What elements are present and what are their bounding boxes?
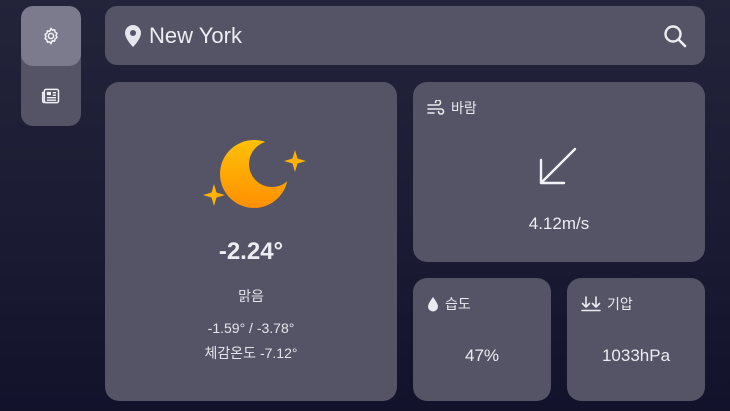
search-icon bbox=[664, 24, 687, 47]
humidity-card-header: 습도 bbox=[427, 294, 471, 314]
water-drop-icon bbox=[428, 297, 438, 312]
gear-icon bbox=[44, 27, 58, 45]
nav-news[interactable] bbox=[21, 66, 81, 126]
temperature: -2.24° bbox=[218, 238, 284, 265]
pressure-title: 기압 bbox=[607, 296, 633, 312]
newspaper-icon bbox=[41, 88, 60, 104]
wind-card-header: 바람 bbox=[427, 98, 477, 118]
humidity-card: 습도 47% bbox=[413, 278, 551, 401]
search-button[interactable] bbox=[661, 22, 689, 50]
humidity-title: 습도 bbox=[445, 296, 471, 312]
current-weather-card: -2.24° 맑음 -1.59° / -3.78° 체감온도 -7.12° bbox=[105, 82, 397, 401]
pressure-down-arrows-icon bbox=[581, 296, 601, 312]
wind-speed: 4.12m/s bbox=[528, 214, 590, 233]
wind-icon bbox=[427, 100, 445, 115]
wind-card: 바람 4.12m/s bbox=[413, 82, 705, 262]
pressure-value: 1033hPa bbox=[601, 346, 671, 365]
side-nav bbox=[21, 6, 81, 126]
pressure-card-header: 기압 bbox=[581, 294, 633, 314]
temperature-range: -1.59° / -3.78° bbox=[207, 320, 295, 336]
crescent-moon-icon bbox=[199, 138, 309, 208]
nav-settings[interactable] bbox=[21, 6, 81, 66]
wind-title: 바람 bbox=[451, 100, 477, 116]
location-pin-icon bbox=[123, 24, 145, 47]
humidity-value: 47% bbox=[464, 346, 500, 365]
search-input[interactable] bbox=[149, 22, 661, 49]
search-bar bbox=[105, 6, 705, 65]
arrow-down-left-icon bbox=[539, 147, 577, 185]
weather-condition: 맑음 bbox=[238, 288, 264, 304]
pressure-card: 기압 1033hPa bbox=[567, 278, 705, 401]
feels-like: 체감온도 -7.12° bbox=[204, 345, 298, 361]
